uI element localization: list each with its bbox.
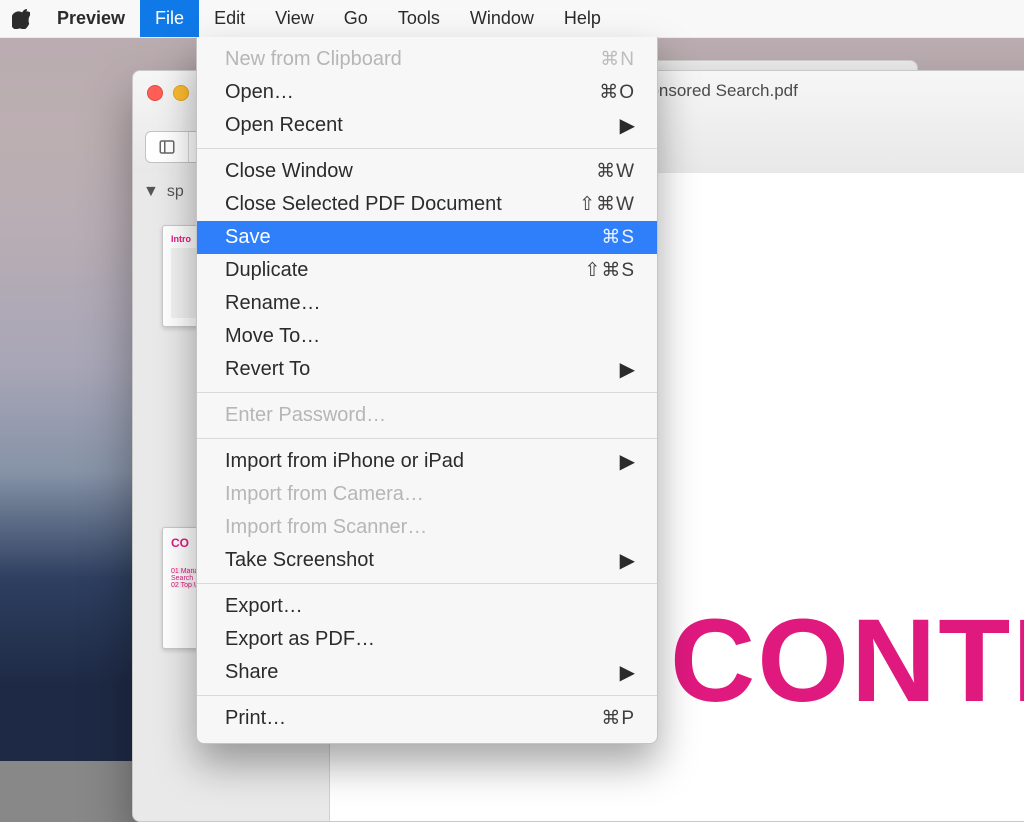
menu-item-close-selected-pdf-document[interactable]: Close Selected PDF Document⇧⌘W	[197, 188, 657, 221]
menu-item-export[interactable]: Export…	[197, 590, 657, 623]
menu-item-save[interactable]: Save⌘S	[197, 221, 657, 254]
menu-item-enter-password: Enter Password…	[197, 399, 657, 432]
menu-item-label: Export…	[225, 595, 635, 618]
menu-separator	[197, 148, 657, 149]
submenu-arrow-icon: ▶	[565, 548, 635, 573]
menu-item-open[interactable]: Open…⌘O	[197, 76, 657, 109]
menu-item-shortcut: ⌘N	[565, 48, 635, 71]
menu-window[interactable]: Window	[455, 0, 549, 37]
menu-item-label: Move To…	[225, 325, 635, 348]
app-name-menu[interactable]: Preview	[42, 0, 140, 37]
thumb-2-title: CO	[171, 536, 189, 550]
menu-separator	[197, 392, 657, 393]
menu-item-label: Export as PDF…	[225, 628, 635, 651]
menu-item-label: Close Selected PDF Document	[225, 193, 565, 216]
menu-file[interactable]: File	[140, 0, 199, 37]
menu-item-label: Duplicate	[225, 259, 565, 282]
submenu-arrow-icon: ▶	[565, 357, 635, 382]
menu-item-export-as-pdf[interactable]: Export as PDF…	[197, 623, 657, 656]
menu-item-take-screenshot[interactable]: Take Screenshot▶	[197, 544, 657, 577]
menu-item-label: Enter Password…	[225, 404, 635, 427]
page-heading: CONTEN	[670, 593, 1024, 729]
menu-item-duplicate[interactable]: Duplicate⇧⌘S	[197, 254, 657, 287]
apple-logo-icon	[12, 9, 30, 29]
menu-item-rename[interactable]: Rename…	[197, 287, 657, 320]
menu-separator	[197, 438, 657, 439]
menu-tools[interactable]: Tools	[383, 0, 455, 37]
menu-item-shortcut: ⌘W	[565, 160, 635, 183]
menu-item-shortcut: ⇧⌘W	[565, 193, 635, 216]
menu-item-print[interactable]: Print…⌘P	[197, 702, 657, 735]
submenu-arrow-icon: ▶	[565, 660, 635, 685]
menu-item-label: Take Screenshot	[225, 549, 565, 572]
file-menu-dropdown[interactable]: New from Clipboard⌘NOpen…⌘OOpen Recent▶C…	[196, 37, 658, 744]
menu-item-label: Save	[225, 226, 565, 249]
menu-item-label: Import from Scanner…	[225, 516, 635, 539]
menu-item-share[interactable]: Share▶	[197, 656, 657, 689]
menu-item-import-from-camera: Import from Camera…	[197, 478, 657, 511]
sidebar-header-text: sp	[167, 183, 184, 201]
menu-item-label: Open…	[225, 81, 565, 104]
menu-item-revert-to[interactable]: Revert To▶	[197, 353, 657, 386]
menu-separator	[197, 583, 657, 584]
menu-item-close-window[interactable]: Close Window⌘W	[197, 155, 657, 188]
disclosure-triangle-icon[interactable]: ▼	[143, 183, 159, 201]
thumb-1-title: Intro	[171, 234, 191, 244]
apple-menu[interactable]	[0, 9, 42, 29]
menu-item-label: Share	[225, 661, 565, 684]
menu-view[interactable]: View	[260, 0, 329, 37]
sidebar-toggle-icon[interactable]	[146, 132, 189, 162]
menu-item-open-recent[interactable]: Open Recent▶	[197, 109, 657, 142]
submenu-arrow-icon: ▶	[565, 113, 635, 138]
menu-item-shortcut: ⌘O	[565, 81, 635, 104]
menu-item-label: Import from iPhone or iPad	[225, 450, 565, 473]
menu-go[interactable]: Go	[329, 0, 383, 37]
menu-separator	[197, 695, 657, 696]
menu-item-shortcut: ⌘P	[565, 707, 635, 730]
menu-item-label: Print…	[225, 707, 565, 730]
menu-item-label: Revert To	[225, 358, 565, 381]
menu-item-import-from-iphone-or-ipad[interactable]: Import from iPhone or iPad▶	[197, 445, 657, 478]
menu-item-label: Open Recent	[225, 114, 565, 137]
menu-item-label: Import from Camera…	[225, 483, 635, 506]
menu-edit[interactable]: Edit	[199, 0, 260, 37]
menu-item-label: New from Clipboard	[225, 48, 565, 71]
submenu-arrow-icon: ▶	[565, 449, 635, 474]
menu-item-label: Close Window	[225, 160, 565, 183]
menu-item-shortcut: ⌘S	[565, 226, 635, 249]
menu-item-label: Rename…	[225, 292, 635, 315]
menu-help[interactable]: Help	[549, 0, 616, 37]
menu-bar[interactable]: Preview FileEditViewGoToolsWindowHelp	[0, 0, 1024, 38]
menu-item-shortcut: ⇧⌘S	[565, 259, 635, 282]
menu-item-new-from-clipboard: New from Clipboard⌘N	[197, 43, 657, 76]
menu-item-import-from-scanner: Import from Scanner…	[197, 511, 657, 544]
menu-item-move-to[interactable]: Move To…	[197, 320, 657, 353]
